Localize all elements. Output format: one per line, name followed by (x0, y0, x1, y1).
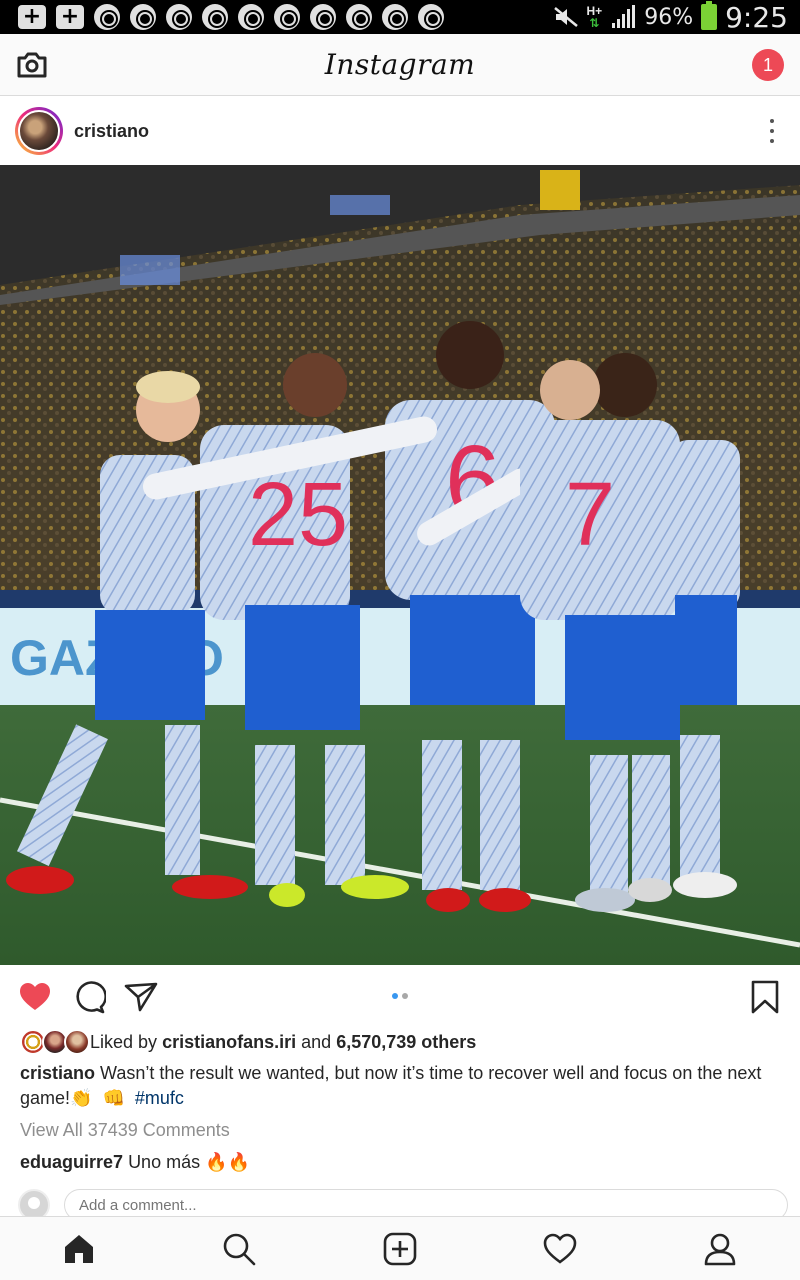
bottom-nav (0, 1216, 800, 1280)
caption-text: Wasn’t the result we wanted, but now it’… (20, 1063, 762, 1108)
nav-new-post[interactable] (383, 1232, 417, 1266)
camera-icon (17, 52, 47, 78)
comment-text: Uno más (128, 1152, 201, 1172)
nav-profile[interactable] (703, 1232, 737, 1266)
post-header: cristiano (0, 97, 800, 165)
notification-icons: + + (18, 4, 444, 30)
comment: eduaguirre7 Uno más 🔥🔥 (20, 1152, 250, 1173)
chrome-icon (382, 4, 408, 30)
profile-icon (704, 1233, 736, 1266)
comment-username[interactable]: eduaguirre7 (20, 1152, 123, 1172)
app-header: Instagram 1 (0, 34, 800, 96)
chrome-icon (346, 4, 372, 30)
battery-icon (701, 1, 718, 30)
likes-text: Liked by cristianofans.iri and 6,570,739… (90, 1031, 477, 1052)
view-all-comments-link[interactable]: View All 37439 Comments (20, 1120, 230, 1141)
clapping-hands-icon: 👏 (70, 1088, 93, 1109)
search-icon (223, 1233, 256, 1266)
chrome-icon (418, 4, 444, 30)
chrome-icon (130, 4, 156, 30)
comment-icon (76, 981, 106, 1014)
status-bar: + + H+ ⇅ 96% 9:25 (0, 0, 800, 34)
carousel-indicator (392, 993, 408, 999)
nav-activity[interactable] (543, 1232, 577, 1266)
plus-box-icon: + (18, 5, 46, 29)
comment-button[interactable] (72, 980, 106, 1014)
system-status: H+ ⇅ 96% 9:25 (553, 1, 788, 34)
plus-box-icon: + (56, 5, 84, 29)
instagram-logo: Instagram (324, 48, 476, 81)
signal-icon (612, 5, 636, 28)
activity-heart-icon (543, 1233, 577, 1264)
chrome-icon (274, 4, 300, 30)
chrome-icon (310, 4, 336, 30)
post-actions (0, 966, 800, 1028)
network-type-icon: H+ ⇅ (586, 4, 603, 30)
avatar[interactable] (15, 107, 63, 155)
chrome-icon (202, 4, 228, 30)
chrome-icon (94, 4, 120, 30)
bookmark-icon (751, 980, 779, 1014)
notification-badge[interactable]: 1 (752, 49, 784, 81)
post-caption: cristiano Wasn’t the result we wanted, b… (20, 1061, 790, 1111)
svg-text:25: 25 (248, 465, 348, 565)
post-username[interactable]: cristiano (74, 121, 149, 142)
avatar (64, 1029, 90, 1055)
clock: 9:25 (725, 0, 788, 34)
post-photo[interactable]: GAZPRO 25 6 (0, 165, 800, 965)
carousel-dot (402, 993, 408, 999)
direct-share-icon (124, 982, 158, 1012)
save-button[interactable] (748, 980, 782, 1014)
chrome-icon (238, 4, 264, 30)
nav-search[interactable] (222, 1232, 256, 1266)
share-button[interactable] (124, 980, 158, 1014)
camera-button[interactable] (16, 50, 48, 80)
likes-count[interactable]: 6,570,739 others (336, 1032, 476, 1052)
mute-icon (553, 7, 578, 27)
caption-username[interactable]: cristiano (20, 1063, 95, 1083)
more-options-button[interactable] (768, 119, 776, 143)
carousel-dot (392, 993, 398, 999)
nav-home[interactable] (62, 1232, 96, 1266)
fist-icon: 👊 (102, 1088, 125, 1109)
football-celebration-photo: GAZPRO 25 6 (0, 165, 800, 965)
liked-by-user[interactable]: cristianofans.iri (162, 1032, 296, 1052)
battery-percent: 96% (644, 4, 694, 30)
heart-filled-icon (20, 983, 50, 1010)
svg-text:7: 7 (565, 465, 615, 565)
fire-icon: 🔥🔥 (205, 1152, 250, 1173)
add-post-icon (383, 1232, 417, 1266)
like-button[interactable] (18, 980, 52, 1014)
hashtag-link[interactable]: #mufc (135, 1088, 184, 1108)
liker-avatars (20, 1029, 90, 1055)
chrome-icon (166, 4, 192, 30)
likes-summary[interactable]: Liked by cristianofans.iri and 6,570,739… (20, 1028, 476, 1056)
home-icon (65, 1235, 93, 1263)
